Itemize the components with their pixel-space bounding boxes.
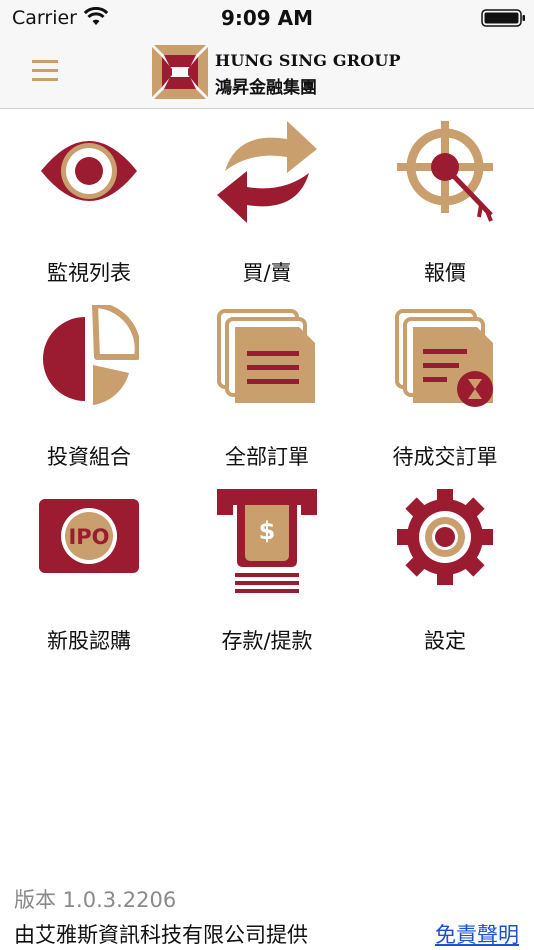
menu-item-quote[interactable]: 報價: [356, 121, 534, 305]
brand-name-chinese: 鴻昇金融集團: [215, 78, 317, 98]
menu-item-deposit-withdraw[interactable]: $ 存款/提款: [178, 489, 356, 673]
menu-item-label: 全部訂單: [225, 445, 309, 469]
hung-sing-logo: [152, 45, 208, 99]
menu-item-pending-orders[interactable]: 待成交訂單: [356, 305, 534, 489]
disclaimer-link[interactable]: 免責聲明: [435, 919, 519, 949]
crosshair-icon: [397, 121, 493, 222]
version-label: 版本 1.0.3.2206: [14, 888, 177, 912]
battery-icon: [481, 9, 525, 27]
menu-item-label: 監視列表: [47, 261, 131, 285]
status-bar: Carrier 9:09 AM: [0, 0, 534, 34]
menu-item-watchlist[interactable]: 監視列表: [0, 121, 178, 305]
documents-icon: [217, 309, 315, 403]
nav-bar: HUNG SING GROUP 鴻昇金融集團: [0, 34, 534, 109]
menu-item-label: 投資組合: [47, 445, 131, 469]
hamburger-menu-icon[interactable]: [28, 56, 62, 86]
pie-chart-icon: [43, 305, 139, 405]
eye-icon: [41, 141, 137, 201]
menu-item-label: 存款/提款: [221, 629, 313, 653]
menu-item-buy-sell[interactable]: 買/賣: [178, 121, 356, 305]
svg-text:$: $: [259, 517, 276, 545]
menu-item-label: 報價: [424, 261, 466, 285]
exchange-arrows-icon: [217, 121, 317, 223]
provider-label: 由艾雅斯資訊科技有限公司提供: [14, 923, 308, 947]
clock: 9:09 AM: [220, 6, 314, 30]
brand-name-english: HUNG SING GROUP: [215, 51, 401, 70]
ipo-icon: IPO: [39, 499, 139, 573]
menu-item-label: 新股認購: [47, 629, 131, 653]
cash-withdraw-icon: $: [217, 489, 317, 593]
gear-icon: [397, 489, 493, 585]
menu-item-label: 買/賣: [242, 261, 292, 285]
menu-item-label: 待成交訂單: [392, 445, 498, 469]
menu-item-portfolio[interactable]: 投資組合: [0, 305, 178, 489]
pending-documents-icon: [395, 309, 493, 407]
ipo-text: IPO: [68, 525, 109, 549]
menu-item-label: 設定: [424, 629, 466, 653]
menu-item-all-orders[interactable]: 全部訂單: [178, 305, 356, 489]
menu-item-ipo-subscription[interactable]: IPO 新股認購: [0, 489, 178, 673]
menu-item-settings[interactable]: 設定: [356, 489, 534, 673]
